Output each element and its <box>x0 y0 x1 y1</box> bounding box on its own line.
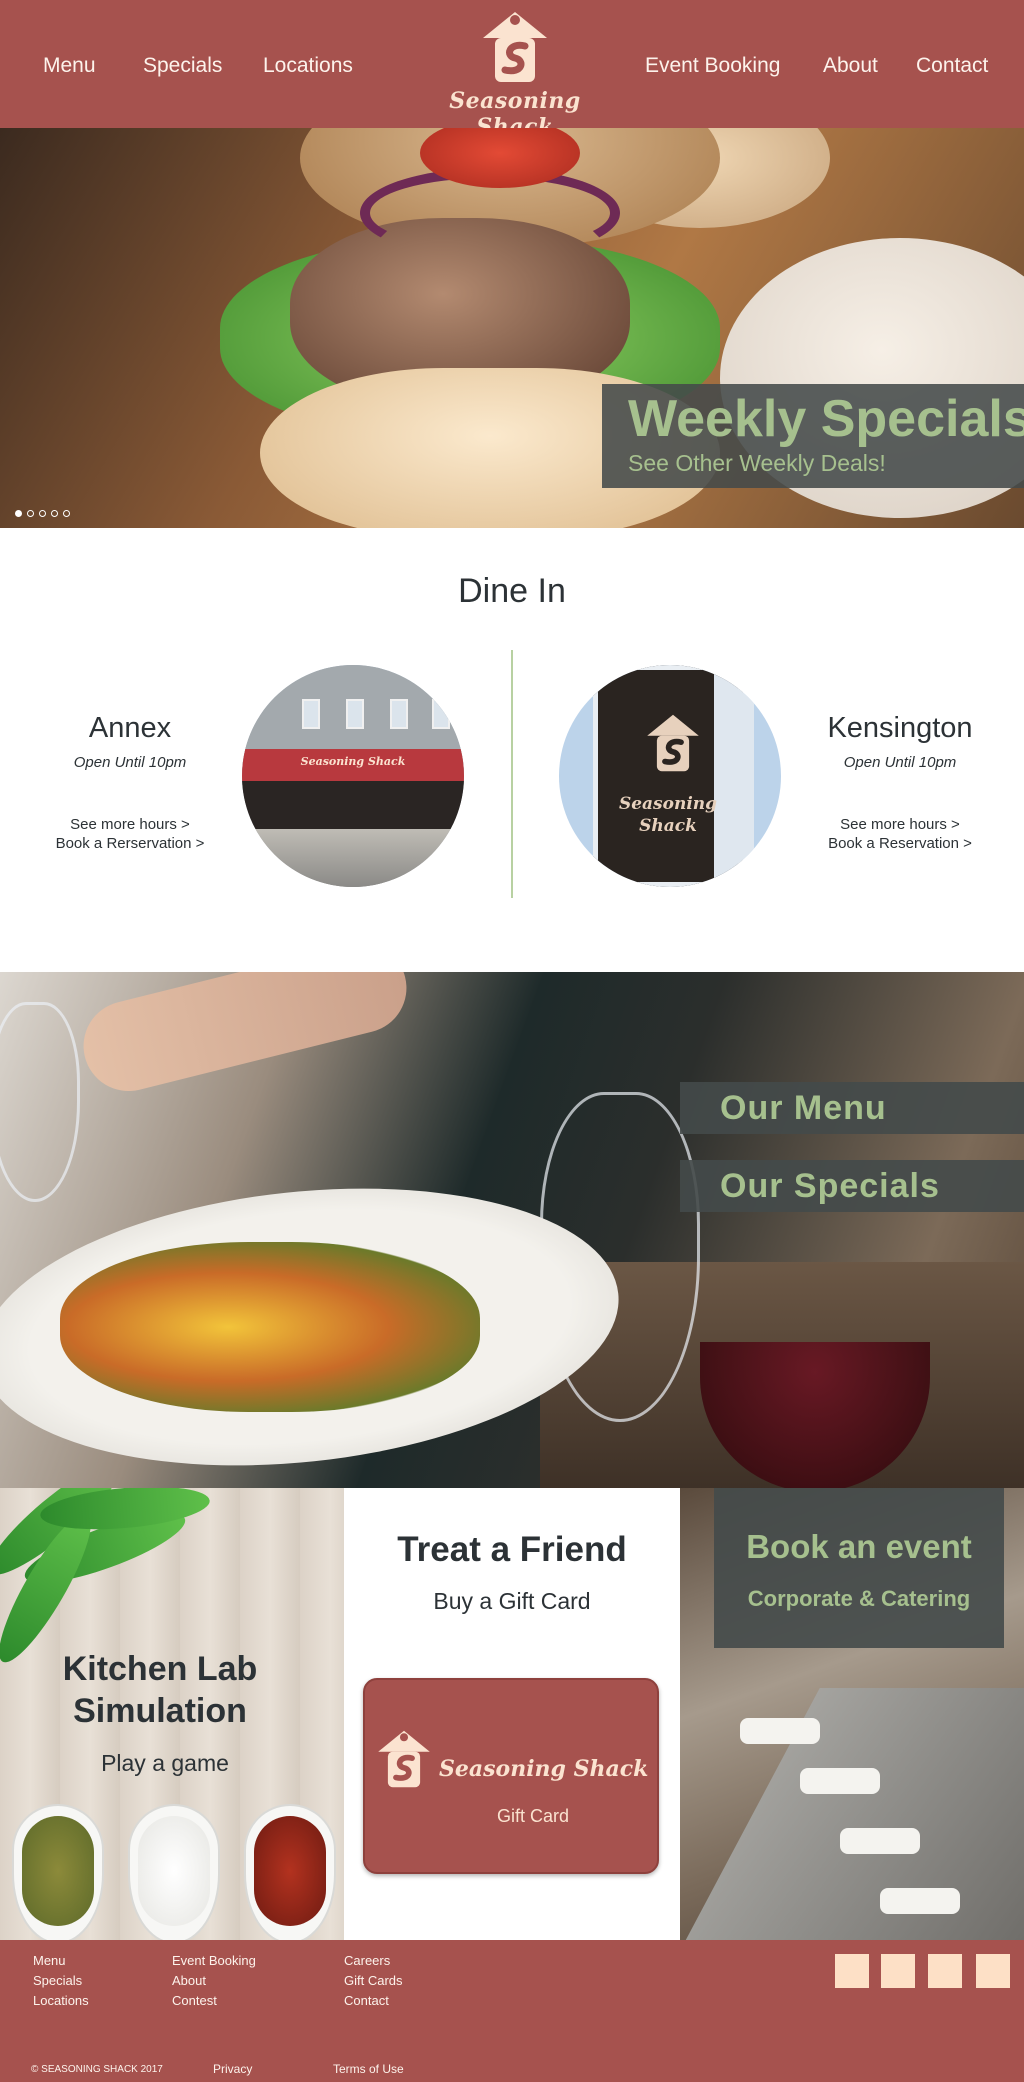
kensington-door-photo[interactable]: Seasoning Shack <box>559 665 781 887</box>
kensington-more-hours-link[interactable]: See more hours > <box>800 815 1000 835</box>
annex-more-hours-link[interactable]: See more hours > <box>30 815 230 835</box>
kitchen-lab-title-line2: Simulation <box>73 1692 247 1730</box>
chef-hat-logo-icon <box>647 714 699 772</box>
footer-link-specials[interactable]: Specials <box>33 1973 82 1988</box>
dine-in-title: Dine In <box>458 572 566 610</box>
hero-title: Weekly Specials <box>628 390 1024 448</box>
chef-hat-logo-icon <box>483 12 547 82</box>
nav-locations[interactable]: Locations <box>263 54 353 78</box>
location-divider <box>511 650 513 898</box>
our-specials-button[interactable]: Our Specials <box>680 1160 1024 1212</box>
buy-gift-card-link[interactable]: Buy a Gift Card <box>344 1588 680 1615</box>
kensington-name: Kensington <box>827 712 973 744</box>
gift-title: Treat a Friend <box>397 1530 627 1569</box>
footer-link-locations[interactable]: Locations <box>33 1993 89 2008</box>
gift-card-brand: Seasoning Shack <box>439 1756 649 1782</box>
gift-card-image[interactable]: Seasoning Shack Gift Card <box>363 1678 659 1874</box>
event-photo-table <box>680 1688 1024 1940</box>
kensington-window-frame <box>714 665 754 887</box>
site-header: Menu Specials Locations Seasoning Shack … <box>0 0 1024 140</box>
chef-hat-logo-icon <box>378 1730 430 1788</box>
nav-about[interactable]: About <box>823 54 878 78</box>
copyright: © SEASONING SHACK 2017 <box>31 2064 163 2075</box>
annex-hours: Open Until 10pm <box>73 754 187 771</box>
nav-event-booking[interactable]: Event Booking <box>645 54 780 78</box>
footer-privacy-link[interactable]: Privacy <box>213 2062 252 2076</box>
kitchen-lab-title: Kitchen Lab Simulation <box>0 1648 320 1732</box>
event-photo-napkin <box>740 1718 820 1744</box>
carousel-dots <box>15 510 70 517</box>
carousel-dot-2[interactable] <box>27 510 34 517</box>
menu-photo-food <box>60 1242 480 1412</box>
spice-spoon <box>244 1804 336 1940</box>
book-event-panel[interactable]: Book an event Corporate & Catering <box>680 1488 1024 1940</box>
carousel-dot-1[interactable] <box>15 510 22 517</box>
annex-window <box>390 699 408 729</box>
spice-spoon <box>128 1804 220 1940</box>
annex-reservation-link[interactable]: Book a Rerservation > <box>30 834 230 854</box>
annex-storefront-photo[interactable]: Seasoning Shack <box>242 665 464 887</box>
gift-card-panel: Treat a Friend Buy a Gift Card Seasoning… <box>344 1488 680 1940</box>
carousel-dot-3[interactable] <box>39 510 46 517</box>
kensington-sign-line1: Seasoning <box>618 794 718 814</box>
site-footer: Menu Specials Locations Event Booking Ab… <box>0 1940 1024 2082</box>
annex-window <box>432 699 450 729</box>
carousel-dot-5[interactable] <box>63 510 70 517</box>
social-icon-1[interactable] <box>835 1954 869 1988</box>
dine-in-section: Dine In Annex Open Until 10pm See more h… <box>0 528 1024 972</box>
kitchen-lab-panel[interactable]: Kitchen Lab Simulation Play a game <box>0 1488 344 1940</box>
annex-window <box>346 699 364 729</box>
event-photo-napkin <box>840 1828 920 1854</box>
nav-contact[interactable]: Contact <box>916 54 988 78</box>
nav-specials[interactable]: Specials <box>143 54 222 78</box>
annex-storefront <box>242 781 464 829</box>
footer-link-about[interactable]: About <box>172 1973 206 1988</box>
book-event-banner[interactable]: Book an event Corporate & Catering <box>714 1488 1004 1648</box>
our-menu-button[interactable]: Our Menu <box>680 1082 1024 1134</box>
menu-photo-arm <box>74 972 416 1101</box>
annex-street <box>242 829 464 887</box>
play-game-link[interactable]: Play a game <box>0 1750 330 1777</box>
annex-window <box>302 699 320 729</box>
footer-link-contact[interactable]: Contact <box>344 1993 389 2008</box>
social-icon-3[interactable] <box>928 1954 962 1988</box>
corporate-catering-link[interactable]: Corporate & Catering <box>714 1586 1004 1612</box>
footer-terms-link[interactable]: Terms of Use <box>333 2062 404 2076</box>
weekly-specials-banner[interactable]: Weekly Specials See Other Weekly Deals! <box>602 384 1024 488</box>
annex-name: Annex <box>88 712 172 744</box>
annex-awning-sign: Seasoning Shack <box>300 755 406 768</box>
spice-spoon <box>12 1804 104 1940</box>
social-icon-2[interactable] <box>881 1954 915 1988</box>
kensington-reservation-link[interactable]: Book a Reservation > <box>800 834 1000 854</box>
footer-link-menu[interactable]: Menu <box>33 1953 66 1968</box>
footer-link-gift-cards[interactable]: Gift Cards <box>344 1973 403 1988</box>
hero-carousel[interactable]: Weekly Specials See Other Weekly Deals! <box>0 128 1024 528</box>
social-icon-4[interactable] <box>976 1954 1010 1988</box>
nav-menu[interactable]: Menu <box>43 54 96 78</box>
carousel-dot-4[interactable] <box>51 510 58 517</box>
kitchen-lab-title-line1: Kitchen Lab <box>62 1650 258 1688</box>
gift-card-label: Gift Card <box>496 1806 570 1826</box>
kensington-sign-line2: Shack <box>639 816 697 836</box>
footer-link-contest[interactable]: Contest <box>172 1993 217 2008</box>
book-event-title: Book an event <box>746 1528 972 1565</box>
menu-photo-section: Our Menu Our Specials <box>0 972 1024 1488</box>
hero-subtitle-link[interactable]: See Other Weekly Deals! <box>628 448 1024 478</box>
kensington-door-sign: Seasoning Shack <box>593 793 743 837</box>
kensington-hours: Open Until 10pm <box>843 754 957 771</box>
event-photo-napkin <box>880 1888 960 1914</box>
footer-link-event-booking[interactable]: Event Booking <box>172 1953 256 1968</box>
site-logo[interactable]: Seasoning Shack <box>415 8 615 140</box>
footer-link-careers[interactable]: Careers <box>344 1953 390 1968</box>
event-photo-napkin <box>800 1768 880 1794</box>
menu-photo-glass <box>0 1002 80 1202</box>
